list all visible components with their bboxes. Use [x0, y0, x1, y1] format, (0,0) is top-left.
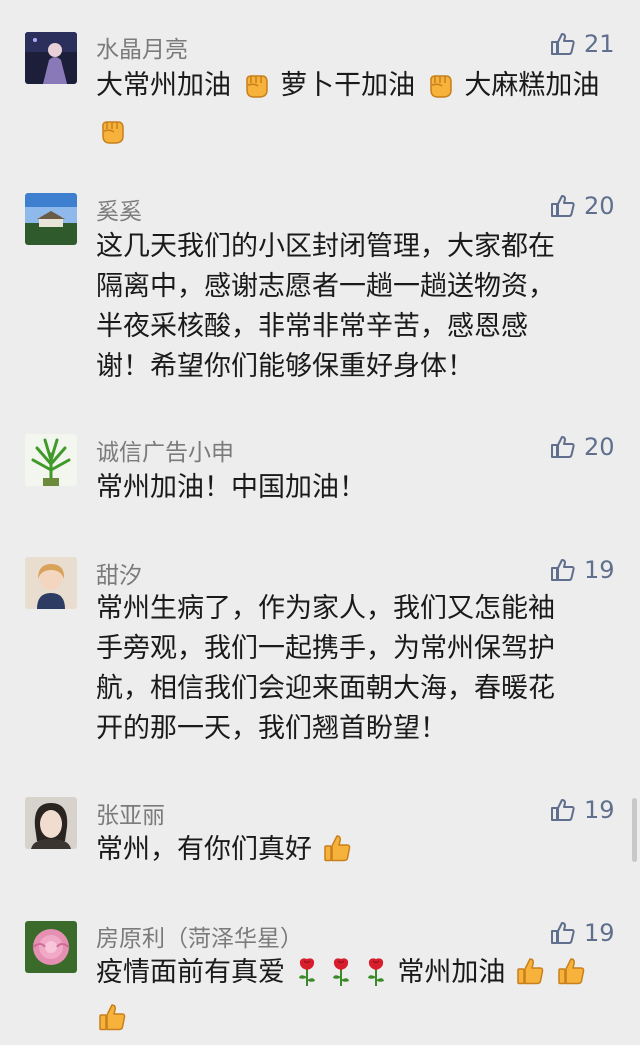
comment-line: 常州，有你们真好	[96, 830, 616, 876]
thumbs-up-emoji	[514, 955, 546, 999]
comment-text: 常州，有你们真好	[96, 830, 616, 876]
commenter-name[interactable]: 甜汐	[96, 556, 142, 590]
avatar[interactable]	[25, 32, 77, 84]
comment-text: 常州加油！中国加油！	[96, 468, 616, 508]
commenter-name[interactable]: 房原利（菏泽华星）	[96, 919, 303, 953]
thumbs-up-outline-icon	[551, 436, 575, 458]
like-count: 19	[584, 796, 615, 824]
avatar[interactable]	[25, 921, 77, 973]
like-button[interactable]: 20	[550, 432, 615, 462]
thumbs-up-outline-icon	[551, 33, 575, 55]
thumbs-up-emoji	[96, 1001, 128, 1045]
thumbs-up-outline-icon	[551, 799, 575, 821]
avatar[interactable]	[25, 193, 77, 245]
thumbs-up-outline-icon	[551, 559, 575, 581]
like-button[interactable]: 19	[550, 795, 615, 825]
avatar[interactable]	[25, 557, 77, 609]
raised-fist-emoji	[424, 68, 456, 112]
rose-emoji	[294, 955, 320, 999]
comment-text: 这几天我们的小区封闭管理，大家都在 隔离中，感谢志愿者一趟一趟送物资， 半夜采核…	[96, 227, 616, 387]
comment-line: 手旁观，我们一起携手，为常州保驾护	[96, 633, 555, 664]
thumbs-up-outline-icon	[551, 195, 575, 217]
comment-line: 开的那一天，我们翘首盼望！	[96, 713, 447, 744]
like-button[interactable]: 19	[550, 555, 615, 585]
rose-emoji	[328, 955, 354, 999]
raised-fist-emoji	[96, 114, 128, 158]
commenter-name[interactable]: 张亚丽	[96, 796, 165, 830]
commenter-name[interactable]: 奚奚	[96, 192, 142, 226]
comment-line: 隔离中，感谢志愿者一趟一趟送物资，	[96, 271, 555, 302]
comment-line: 这几天我们的小区封闭管理，大家都在	[96, 231, 555, 262]
comment-line: 半夜采核酸，非常非常辛苦，感恩感	[96, 311, 528, 342]
comment-line: 航，相信我们会迎来面朝大海，春暖花	[96, 673, 555, 704]
like-count: 19	[584, 556, 615, 584]
comment-line: 常州加油！中国加油！	[96, 472, 366, 503]
comment-text: 疫情面前有真爱 常州加油	[96, 953, 616, 1045]
avatar[interactable]	[25, 434, 77, 486]
like-count: 20	[584, 192, 615, 220]
raised-fist-emoji	[240, 68, 272, 112]
comment-line: 疫情面前有真爱 常州加油	[96, 953, 616, 999]
like-button[interactable]: 21	[550, 29, 615, 59]
comment-line: 谢！希望你们能够保重好身体！	[96, 351, 474, 382]
like-count: 20	[584, 433, 615, 461]
scrollbar[interactable]	[632, 798, 637, 862]
commenter-name[interactable]: 诚信广告小申	[96, 433, 234, 467]
thumbs-up-emoji	[555, 955, 587, 999]
like-count: 19	[584, 919, 615, 947]
comment-line	[96, 999, 616, 1045]
like-button[interactable]: 19	[550, 918, 615, 948]
comment-text: 大常州加油 萝卜干加油 大麻糕加油	[96, 66, 616, 158]
avatar[interactable]	[25, 797, 77, 849]
thumbs-up-outline-icon	[551, 922, 575, 944]
like-count: 21	[584, 30, 615, 58]
comment-line: 常州生病了，作为家人，我们又怎能袖	[96, 593, 555, 624]
like-button[interactable]: 20	[550, 191, 615, 221]
commenter-name[interactable]: 水晶月亮	[96, 30, 188, 64]
comment-line: 大常州加油 萝卜干加油 大麻糕加油	[96, 66, 616, 112]
comment-line	[96, 112, 616, 158]
rose-emoji	[363, 955, 389, 999]
thumbs-up-emoji	[321, 832, 353, 876]
comment-text: 常州生病了，作为家人，我们又怎能袖 手旁观，我们一起携手，为常州保驾护 航，相信…	[96, 589, 616, 749]
